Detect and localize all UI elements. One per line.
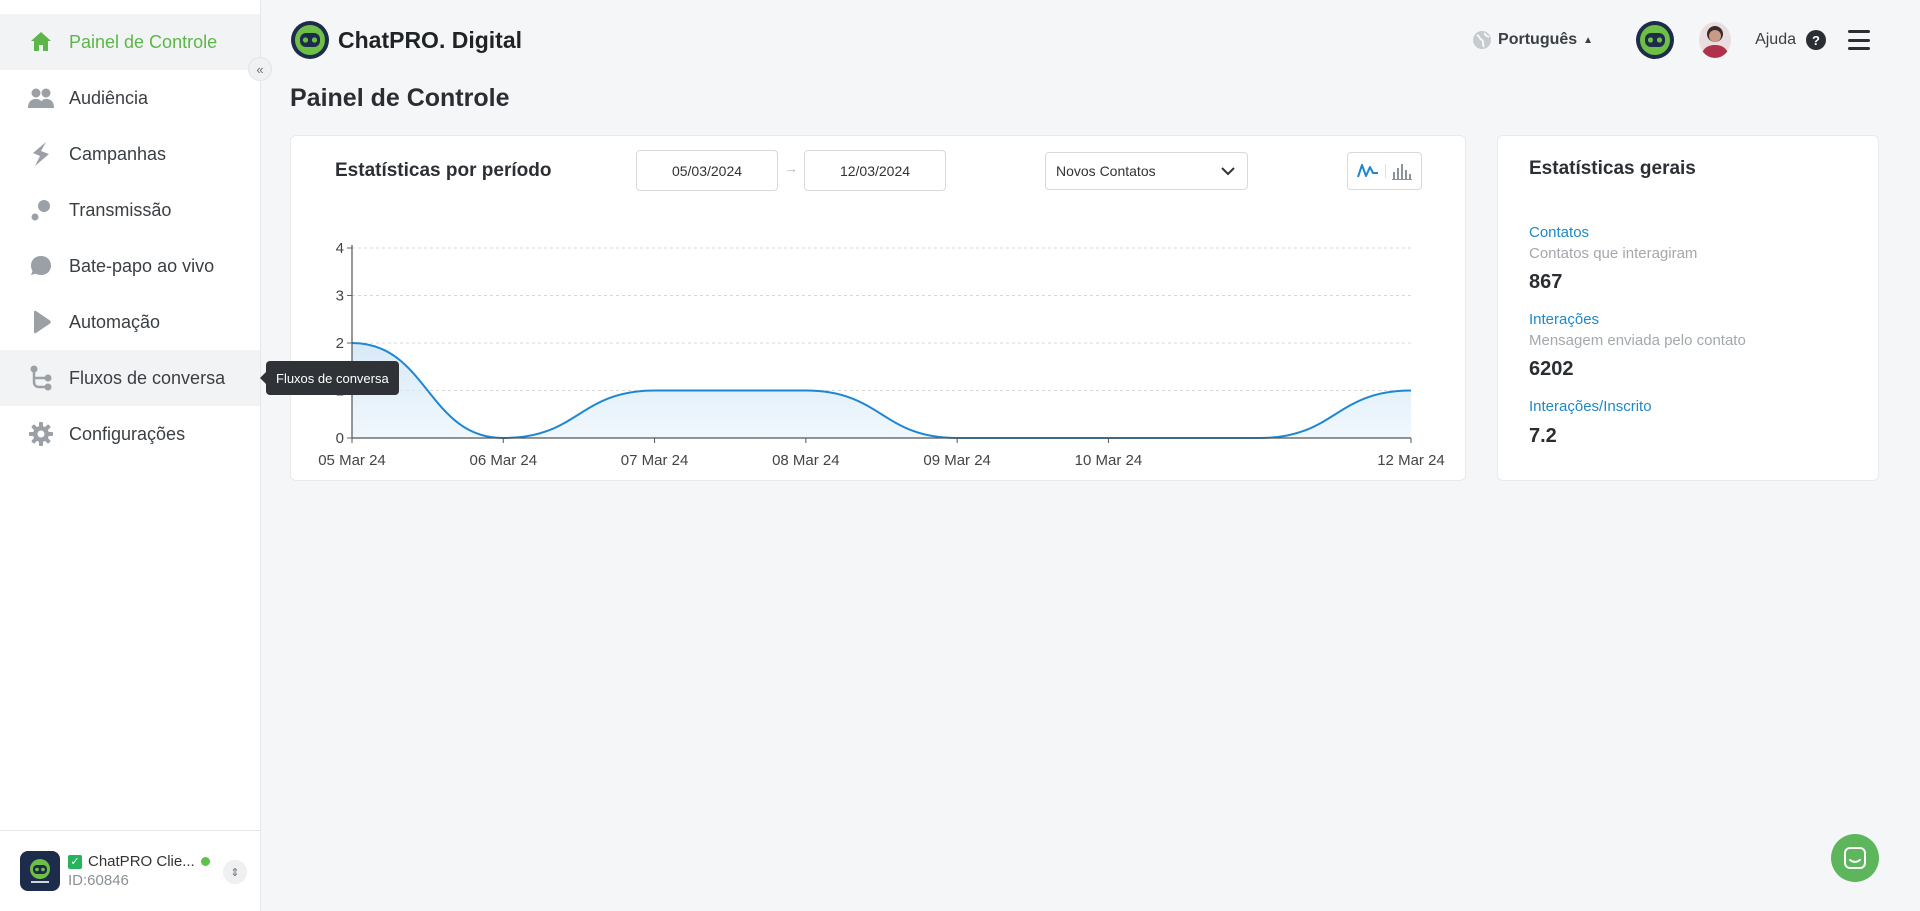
chat-support-button[interactable] (1831, 834, 1879, 882)
account-id: ID:60846 (68, 872, 129, 889)
stat-per-subscriber-label[interactable]: Interações/Inscrito (1529, 398, 1652, 415)
account-avatar (20, 851, 60, 891)
period-stats-card: Estatísticas por período 05/03/2024 → 12… (290, 135, 1466, 481)
brand-logo-icon (291, 21, 329, 59)
sidebar-item-label: Fluxos de conversa (69, 367, 226, 388)
stat-contacts-label[interactable]: Contatos (1529, 224, 1589, 241)
sidebar-item-label: Painel de Controle (69, 31, 218, 52)
sidebar-item-bate-papo[interactable]: Bate-papo ao vivo (0, 238, 260, 294)
sidebar-item-label: Automação (69, 311, 161, 332)
collapse-sidebar-button[interactable]: « (248, 57, 272, 81)
x-tick-label: 12 Mar 24 (1377, 452, 1445, 469)
x-tick-label: 07 Mar 24 (621, 452, 689, 469)
people-icon (28, 85, 54, 111)
sidebar-item-label: Campanhas (69, 143, 167, 164)
stat-interactions-value: 6202 (1529, 358, 1574, 380)
language-label: Português (1498, 31, 1578, 48)
stat-per-subscriber-value: 7.2 (1529, 425, 1557, 447)
bolt-icon (28, 141, 54, 167)
hamburger-menu-icon[interactable] (1848, 30, 1870, 50)
stat-contacts-value: 867 (1529, 271, 1563, 293)
user-avatar[interactable] (1699, 22, 1732, 58)
gear-icon (28, 421, 54, 447)
sidebar: Painel de Controle Audiência Campanhas T… (0, 0, 261, 911)
whatsapp-check-icon: ✓ (68, 854, 82, 869)
stat-contacts-description: Contatos que interagiram (1529, 245, 1698, 262)
sidebar-item-label: Transmissão (69, 199, 172, 220)
general-stats-card: Estatísticas gerais Contatos Contatos qu… (1497, 135, 1879, 481)
x-tick-label: 10 Mar 24 (1075, 452, 1143, 469)
sidebar-item-automacao[interactable]: Automação (0, 294, 260, 350)
account-info: ✓ ChatPRO Clie... ID:60846 (68, 853, 210, 889)
brand[interactable]: ChatPRO. Digital (290, 20, 522, 60)
sidebar-nav: Painel de Controle Audiência Campanhas T… (0, 14, 260, 462)
y-tick-label: 0 (336, 430, 344, 447)
account-name: ChatPRO Clie... (88, 853, 195, 870)
caret-up-icon: ▲ (1583, 34, 1594, 46)
y-tick-label: 2 (336, 335, 344, 352)
sidebar-item-transmissao[interactable]: Transmissão (0, 182, 260, 238)
x-tick-label: 09 Mar 24 (923, 452, 991, 469)
account-switcher[interactable]: ✓ ChatPRO Clie... ID:60846 ⇕ (0, 830, 261, 911)
chat-icon (1844, 847, 1866, 869)
header-actions: Português ▲ Ajuda ? (1472, 20, 1870, 60)
bot-avatar-icon[interactable] (1635, 20, 1675, 60)
account-switch-icon[interactable]: ⇕ (223, 860, 247, 884)
sidebar-item-label: Bate-papo ao vivo (69, 255, 215, 276)
sidebar-item-campanhas[interactable]: Campanhas (0, 126, 260, 182)
sidebar-item-configuracoes[interactable]: Configurações (0, 406, 260, 462)
help-label: Ajuda (1755, 31, 1796, 48)
brand-name: ChatPRO. Digital (338, 26, 523, 53)
x-tick-label: 06 Mar 24 (470, 452, 538, 469)
stat-interactions-label[interactable]: Interações (1529, 311, 1599, 328)
sidebar-item-audiencia[interactable]: Audiência (0, 70, 260, 126)
sidebar-item-painel[interactable]: Painel de Controle (0, 14, 260, 70)
online-status-dot (200, 857, 210, 866)
stats-card-title: Estatísticas gerais (1529, 158, 1696, 179)
x-tick-label: 05 Mar 24 (318, 452, 386, 469)
broadcast-icon (28, 197, 54, 223)
page-title: Painel de Controle (290, 84, 510, 112)
chat-bubble-icon (28, 253, 54, 279)
y-tick-label: 4 (336, 240, 344, 257)
flow-icon (28, 365, 54, 391)
help-link[interactable]: Ajuda ? (1755, 30, 1826, 50)
y-tick-label: 3 (336, 288, 344, 305)
sidebar-item-label: Audiência (69, 87, 149, 108)
language-selector[interactable]: Português ▲ (1472, 30, 1593, 50)
home-icon (28, 29, 54, 55)
stat-interactions-description: Mensagem enviada pelo contato (1529, 332, 1746, 349)
sidebar-item-fluxos[interactable]: Fluxos de conversa (0, 350, 260, 406)
sidebar-tooltip: Fluxos de conversa (260, 361, 399, 395)
period-line-chart: 0123405 Mar 2406 Mar 2407 Mar 2408 Mar 2… (318, 240, 1445, 469)
play-icon (28, 309, 54, 335)
x-tick-label: 08 Mar 24 (772, 452, 840, 469)
sidebar-item-label: Configurações (69, 423, 186, 444)
globe-icon (1473, 31, 1492, 49)
question-icon: ? (1806, 30, 1826, 50)
